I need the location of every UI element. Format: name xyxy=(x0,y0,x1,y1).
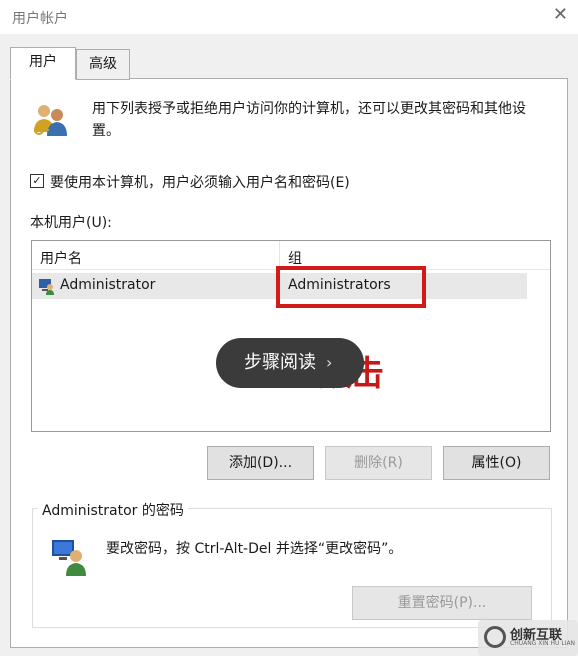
remove-button[interactable]: 删除(R) xyxy=(325,446,432,480)
brand-logo-icon xyxy=(484,626,506,648)
watermark: 创新互联 CHUANG XIN HU LIAN xyxy=(478,620,578,656)
user-password-icon xyxy=(52,540,86,576)
password-group-title: Administrator 的密码 xyxy=(38,500,188,520)
overlay-label: 步骤阅读 xyxy=(244,352,316,373)
close-icon[interactable]: ✕ xyxy=(553,4,568,25)
highlight-box xyxy=(276,266,426,308)
properties-button[interactable]: 属性(O) xyxy=(443,446,550,480)
users-icon xyxy=(34,105,67,136)
must-login-label: 要使用本计算机，用户必须输入用户名和密码(E) xyxy=(50,175,350,191)
chevron-right-icon: › xyxy=(326,353,333,372)
tab-advanced[interactable]: 高级 xyxy=(76,49,130,80)
column-divider xyxy=(279,241,280,269)
row-username: Administrator xyxy=(60,277,156,293)
must-login-checkbox[interactable]: ✓ xyxy=(30,174,44,188)
user-account-icon xyxy=(39,279,54,295)
column-username[interactable]: 用户名 xyxy=(40,248,82,268)
password-instructions: 要改密码，按 Ctrl-Alt-Del 并选择“更改密码”。 xyxy=(106,541,403,557)
tab-users[interactable]: 用户 xyxy=(10,47,76,80)
step-reading-overlay[interactable]: 步骤阅读 › xyxy=(216,338,364,388)
scrollbar[interactable] xyxy=(547,241,550,431)
title-bar: 用户帐户 ✕ xyxy=(0,0,578,34)
add-button[interactable]: 添加(D)... xyxy=(207,446,314,480)
reset-password-button[interactable]: 重置密码(P)... xyxy=(352,586,532,620)
local-users-label: 本机用户(U): xyxy=(30,215,112,231)
intro-text: 用下列表授予或拒绝用户访问你的计算机，还可以更改其密码和其他设置。 xyxy=(92,101,526,139)
column-group[interactable]: 组 xyxy=(288,248,302,268)
window-title: 用户帐户 xyxy=(12,11,68,27)
watermark-sub: CHUANG XIN HU LIAN xyxy=(510,640,576,647)
